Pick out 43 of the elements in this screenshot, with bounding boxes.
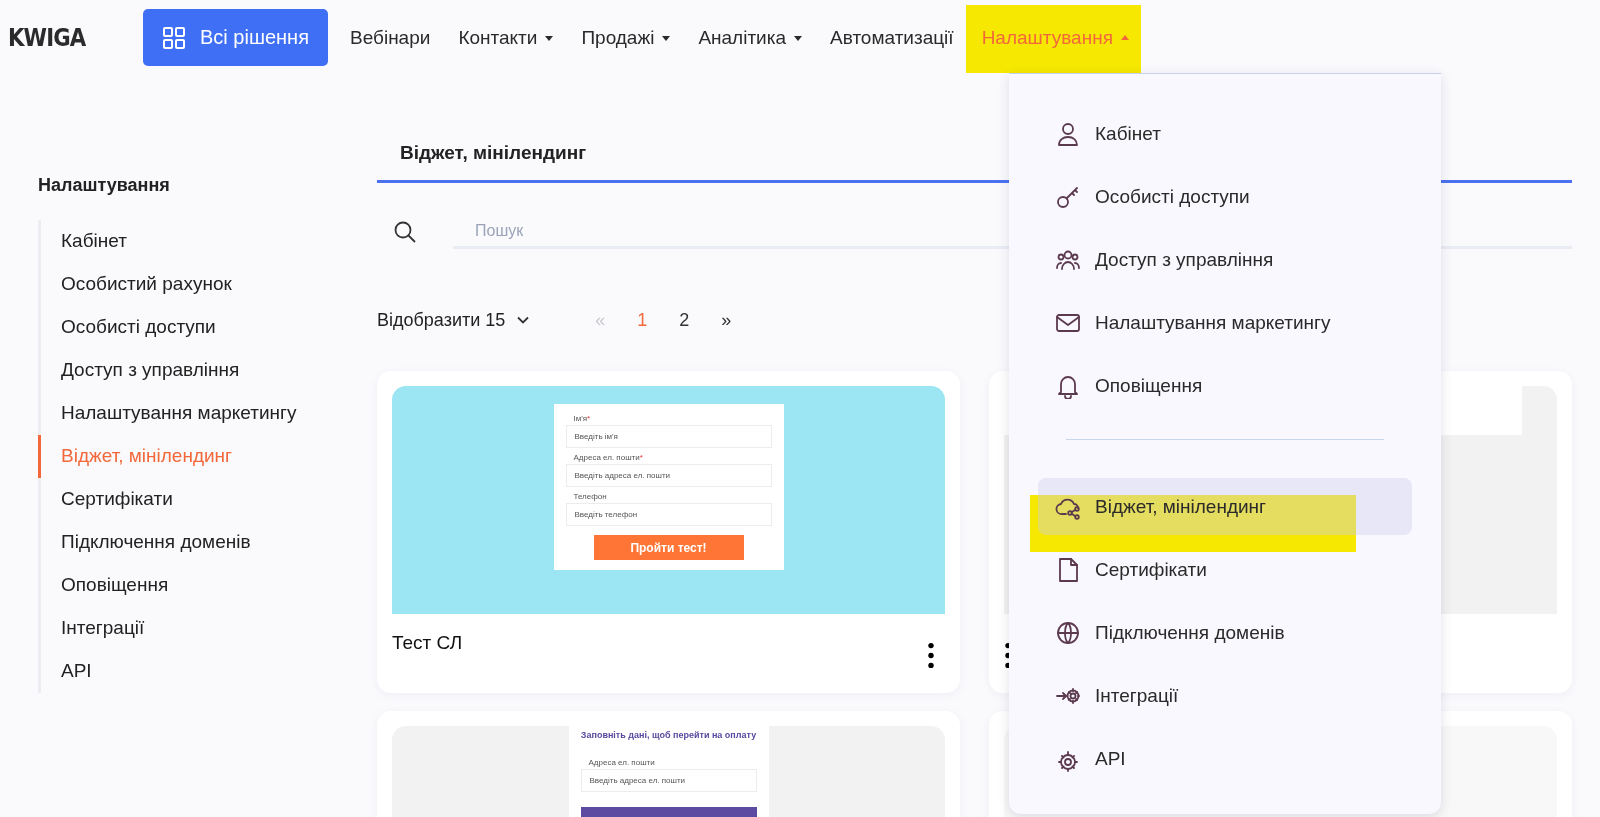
page-tab[interactable]: Віджет, мінілендинг [400,141,587,164]
menu-item[interactable]: Налаштування маркетингу [1038,291,1412,354]
nav-menu-item[interactable]: Контакти [458,26,554,49]
card-title: Тест СЛ [392,632,463,654]
all-solutions-button[interactable]: Всі рішення [143,9,328,66]
sidebar-item[interactable]: Оповіщення [38,564,169,607]
nav-menu-item[interactable]: Аналітика [698,26,803,49]
widget-card[interactable]: Заповніть дані, щоб перейти на оплату Адреса ел. пошти Введіть адреса ел. пошти [377,711,960,817]
sidebar-item[interactable]: Сертифікати [38,478,173,521]
widget-card[interactable]: Ім'я* Введіть ім'я Адреса ел. пошти* Введіть адреса ел. пошти Телефон Введіть телефон Пройти тест! Тест СЛ [377,371,960,693]
menu-item[interactable]: Інтеграції [1038,664,1412,727]
menu-item[interactable]: Сертифікати [1038,538,1412,601]
last-page-button[interactable]: » [705,309,748,331]
menu-item[interactable]: Кабінет [1038,102,1412,165]
menu-item[interactable]: API [1038,727,1412,790]
menu-item[interactable]: Підключення доменів [1038,601,1412,664]
input-field: Введіть адреса ел. пошти [565,464,772,487]
sidebar-title: Налаштування [38,175,171,196]
sidebar-item[interactable]: Налаштування маркетингу [38,392,297,435]
sidebar-item[interactable]: Особисті доступи [38,306,216,349]
input-field: Введіть адреса ел. пошти [580,769,757,792]
test-button: Пройти тест! [593,535,744,560]
input-field: Введіть телефон [565,503,772,526]
page-button[interactable]: 2 [663,309,706,331]
field-label: Ім'я* [573,414,592,423]
sidebar-item[interactable]: Доступ з управління [38,349,240,392]
form-heading: Заповніть дані, щоб перейти на оплату [580,730,757,740]
sidebar-item[interactable]: Інтеграції [38,607,145,650]
input-field: Введіть ім'я [565,425,772,448]
sidebar-item[interactable]: Кабінет [38,220,127,263]
field-label: Адреса ел. пошти [588,758,656,767]
menu-item[interactable]: Віджет, мінілендинг [1038,478,1412,535]
logo[interactable]: KWIGA [8,23,123,52]
sidebar-item[interactable]: Підключення доменів [38,521,251,564]
field-label: Телефон [573,492,608,501]
nav-menu-item[interactable]: Продажі [581,26,671,49]
sidebar-item[interactable]: Особистий рахунок [38,263,232,306]
menu-item[interactable]: Оповіщення [1038,354,1412,417]
sidebar-item[interactable]: API [38,650,92,693]
nav-menu-item[interactable]: Вебінари [350,26,431,49]
nav-menu-item[interactable]: Автоматизації [830,26,954,49]
field-label: Адреса ел. пошти* [573,453,644,462]
page-size-dropdown[interactable]: Відобразити 15 [377,309,532,331]
